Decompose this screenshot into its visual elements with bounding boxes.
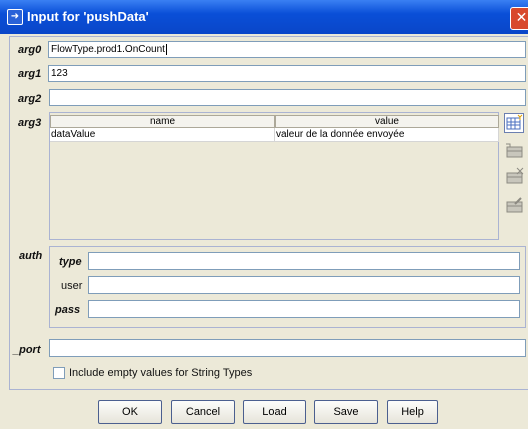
- auth-user-input[interactable]: [88, 276, 520, 294]
- auth-user-label: user: [61, 280, 83, 292]
- text-caret: [165, 43, 167, 55]
- arg3-table[interactable]: name value dataValue valeur de la donnée…: [49, 112, 499, 240]
- column-header-name[interactable]: name: [50, 115, 275, 128]
- table-cell-name[interactable]: dataValue: [50, 128, 275, 142]
- window-title: Input for 'pushData': [27, 9, 149, 24]
- table-cell-value[interactable]: valeur de la donnée envoyée: [275, 128, 499, 142]
- table-insert-icon: [506, 143, 523, 158]
- auth-type-label: type: [59, 256, 82, 268]
- save-button[interactable]: Save: [314, 400, 378, 424]
- auth-type-input[interactable]: [88, 252, 520, 270]
- close-icon: ✕: [515, 10, 528, 26]
- delete-row-button[interactable]: [504, 167, 524, 187]
- load-button[interactable]: Load: [243, 400, 306, 424]
- arg0-input[interactable]: FlowType.prod1.OnCount: [48, 41, 526, 58]
- edit-row-button[interactable]: [504, 196, 524, 216]
- title-bar[interactable]: ➜ Input for 'pushData' ✕: [0, 0, 528, 34]
- arg1-label: arg1: [18, 68, 42, 80]
- insert-row-button[interactable]: [504, 141, 524, 161]
- ok-button[interactable]: OK: [98, 400, 162, 424]
- arg2-label: arg2: [18, 93, 42, 105]
- cancel-button[interactable]: Cancel: [171, 400, 235, 424]
- auth-label: auth: [19, 250, 43, 262]
- help-button[interactable]: Help: [387, 400, 438, 424]
- arg0-label: arg0: [18, 44, 42, 56]
- window-app-icon: ➜: [7, 9, 23, 25]
- column-header-value[interactable]: value: [275, 115, 499, 128]
- port-label: _port: [13, 344, 41, 356]
- add-row-button[interactable]: [504, 113, 524, 133]
- table-add-icon: [506, 114, 523, 130]
- auth-pass-input[interactable]: [88, 300, 520, 318]
- arg2-input[interactable]: [49, 89, 526, 106]
- include-empty-label: Include empty values for String Types: [69, 367, 253, 379]
- auth-pass-label: pass: [55, 304, 81, 316]
- arg3-label: arg3: [18, 117, 42, 129]
- arg0-value: FlowType.prod1.OnCount: [51, 44, 165, 55]
- port-input[interactable]: [49, 339, 526, 357]
- close-button[interactable]: ✕: [510, 7, 528, 30]
- table-edit-icon: [506, 197, 523, 213]
- table-delete-icon: [506, 167, 524, 184]
- arg1-input[interactable]: 123: [48, 65, 526, 82]
- include-empty-checkbox[interactable]: [53, 367, 65, 379]
